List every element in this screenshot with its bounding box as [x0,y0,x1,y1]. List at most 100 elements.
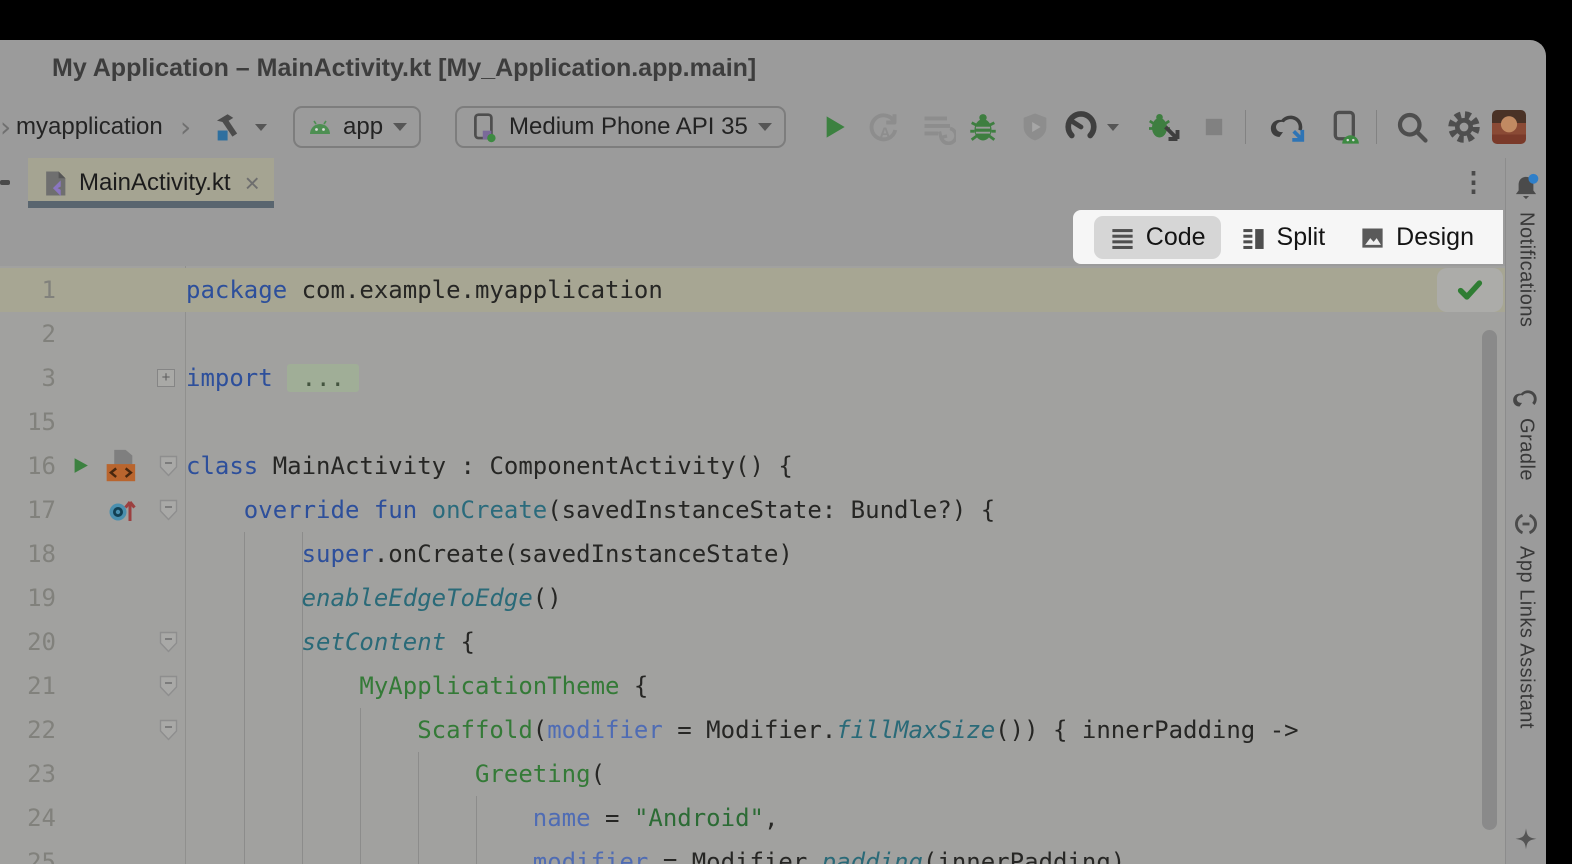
line-number[interactable]: 17 [0,488,56,532]
code-line-22[interactable]: 22 Scaffold(modifier = Modifier.fillMaxS… [0,708,1505,752]
left-stripe-handle[interactable] [0,180,10,185]
line-number[interactable]: 21 [0,664,56,708]
tab-close-icon[interactable]: × [245,168,260,199]
device-selector-label: Medium Phone API 35 [509,113,748,141]
code-line-15[interactable]: 15 [0,400,1505,444]
profiler-button[interactable] [1064,110,1119,144]
line-number[interactable]: 24 [0,796,56,840]
view-mode-split-label: Split [1277,223,1326,252]
fold-marker-icon[interactable] [158,675,179,698]
device-manager-button[interactable] [1328,109,1362,145]
run-with-coverage-button[interactable] [1018,110,1052,144]
notifications-stripe-button[interactable] [1506,172,1546,204]
breadcrumb[interactable]: myapplication [16,113,163,141]
line-number[interactable]: 20 [0,620,56,664]
app-links-stripe-label-wrap[interactable]: App Links Assistant [1506,546,1546,729]
view-mode-code[interactable]: Code [1094,216,1221,259]
build-button[interactable] [212,110,267,144]
code-text: override fun onCreate(savedInstanceState… [186,488,995,532]
fold-marker-icon[interactable] [158,499,179,522]
module-selector[interactable]: app [293,106,421,148]
apply-code-changes-button[interactable] [920,109,956,145]
code-line-3[interactable]: 3+import ... [0,356,1505,400]
tab-mainactivity[interactable]: MainActivity.kt × [28,158,274,208]
gradle-stripe-button[interactable] [1506,386,1546,412]
svg-text:A: A [880,125,891,142]
code-line-1[interactable]: 1package com.example.myapplication [0,268,1505,312]
inspection-widget[interactable] [1437,268,1503,312]
fold-marker-icon[interactable] [158,631,179,654]
apply-changes-restart-button[interactable]: A [866,109,902,145]
code-line-2[interactable]: 2 [0,312,1505,356]
run-gutter-icon[interactable] [70,455,92,477]
code-line-16[interactable]: 16class MainActivity : ComponentActivity… [0,444,1505,488]
settings-button[interactable] [1446,109,1482,145]
code-text: super.onCreate(savedInstanceState) [186,532,793,576]
line-number[interactable]: 25 [0,840,56,864]
folded-imports-chip[interactable]: ... [287,364,359,392]
breadcrumb-separator-icon: › [180,111,191,144]
app-links-label: App Links Assistant [1515,546,1538,729]
code-line-19[interactable]: 19 enableEdgeToEdge() [0,576,1505,620]
manifest-component-gutter-icon[interactable] [100,447,138,485]
code-line-21[interactable]: 21 MyApplicationTheme { [0,664,1505,708]
more-options-icon[interactable]: ⋮ [1460,166,1487,198]
gemini-stripe-button[interactable] [1506,826,1546,854]
inspections-ok-check-icon [1455,275,1485,305]
notifications-stripe-label-wrap[interactable]: Notifications [1506,212,1546,327]
build-dropdown-caret-icon [255,124,267,131]
code-line-25[interactable]: 25 modifier = Modifier.padding(innerPadd… [0,840,1505,864]
toolbar-separator [1376,110,1377,144]
notifications-label: Notifications [1515,212,1538,327]
debug-button[interactable] [966,110,1000,144]
code-line-17[interactable]: 17 override fun onCreate(savedInstanceSt… [0,488,1505,532]
android-studio-window: My Application – MainActivity.kt [My_App… [0,40,1546,864]
code-text: modifier = Modifier.padding(innerPadding… [186,840,1125,864]
code-line-20[interactable]: 20 setContent { [0,620,1505,664]
stop-button[interactable] [1200,113,1228,141]
app-links-icon [1512,510,1540,538]
line-number[interactable]: 18 [0,532,56,576]
view-mode-design[interactable]: Design [1344,216,1489,259]
code-text: setContent { [186,620,475,664]
editor-toolbar-strip: Code Split [0,208,1505,266]
attach-debugger-button[interactable] [1146,109,1182,145]
line-number[interactable]: 15 [0,400,56,444]
search-everywhere-button[interactable] [1394,109,1430,145]
code-line-18[interactable]: 18 super.onCreate(savedInstanceState) [0,532,1505,576]
gradle-stripe-label-wrap[interactable]: Gradle [1506,418,1546,481]
code-line-23[interactable]: 23 Greeting( [0,752,1505,796]
user-avatar[interactable] [1492,110,1526,144]
line-number[interactable]: 19 [0,576,56,620]
debug-bug-icon [966,110,1000,144]
vertical-scrollbar[interactable] [1482,330,1497,830]
code-editor[interactable]: 1package com.example.myapplication23+imp… [0,266,1505,864]
fold-marker-icon[interactable] [158,455,179,478]
tab-label: MainActivity.kt [79,169,231,197]
code-line-24[interactable]: 24 name = "Android", [0,796,1505,840]
kotlin-file-icon [42,170,69,197]
expand-fold-icon[interactable]: + [157,369,175,387]
fold-marker-icon[interactable] [158,719,179,742]
view-mode-design-label: Design [1396,223,1474,252]
module-selector-label: app [343,113,383,141]
override-method-gutter-icon[interactable] [106,495,140,525]
app-links-stripe-button[interactable] [1506,510,1546,538]
line-number[interactable]: 2 [0,312,56,356]
attach-debugger-icon [1146,109,1182,145]
device-selector[interactable]: Medium Phone API 35 [455,106,786,148]
title-bar: My Application – MainActivity.kt [My_App… [0,40,1546,96]
view-mode-split[interactable]: Split [1225,216,1341,259]
gradle-sync-button[interactable] [1268,109,1308,145]
split-view-icon [1240,224,1267,251]
settings-gear-icon [1446,109,1482,145]
device-manager-icon [1328,109,1362,145]
line-number[interactable]: 23 [0,752,56,796]
android-head-icon [307,118,333,136]
run-button[interactable] [818,111,850,143]
line-number[interactable]: 3 [0,356,56,400]
apply-code-changes-icon [920,109,956,145]
line-number[interactable]: 22 [0,708,56,752]
line-number[interactable]: 1 [0,268,56,312]
line-number[interactable]: 16 [0,444,56,488]
